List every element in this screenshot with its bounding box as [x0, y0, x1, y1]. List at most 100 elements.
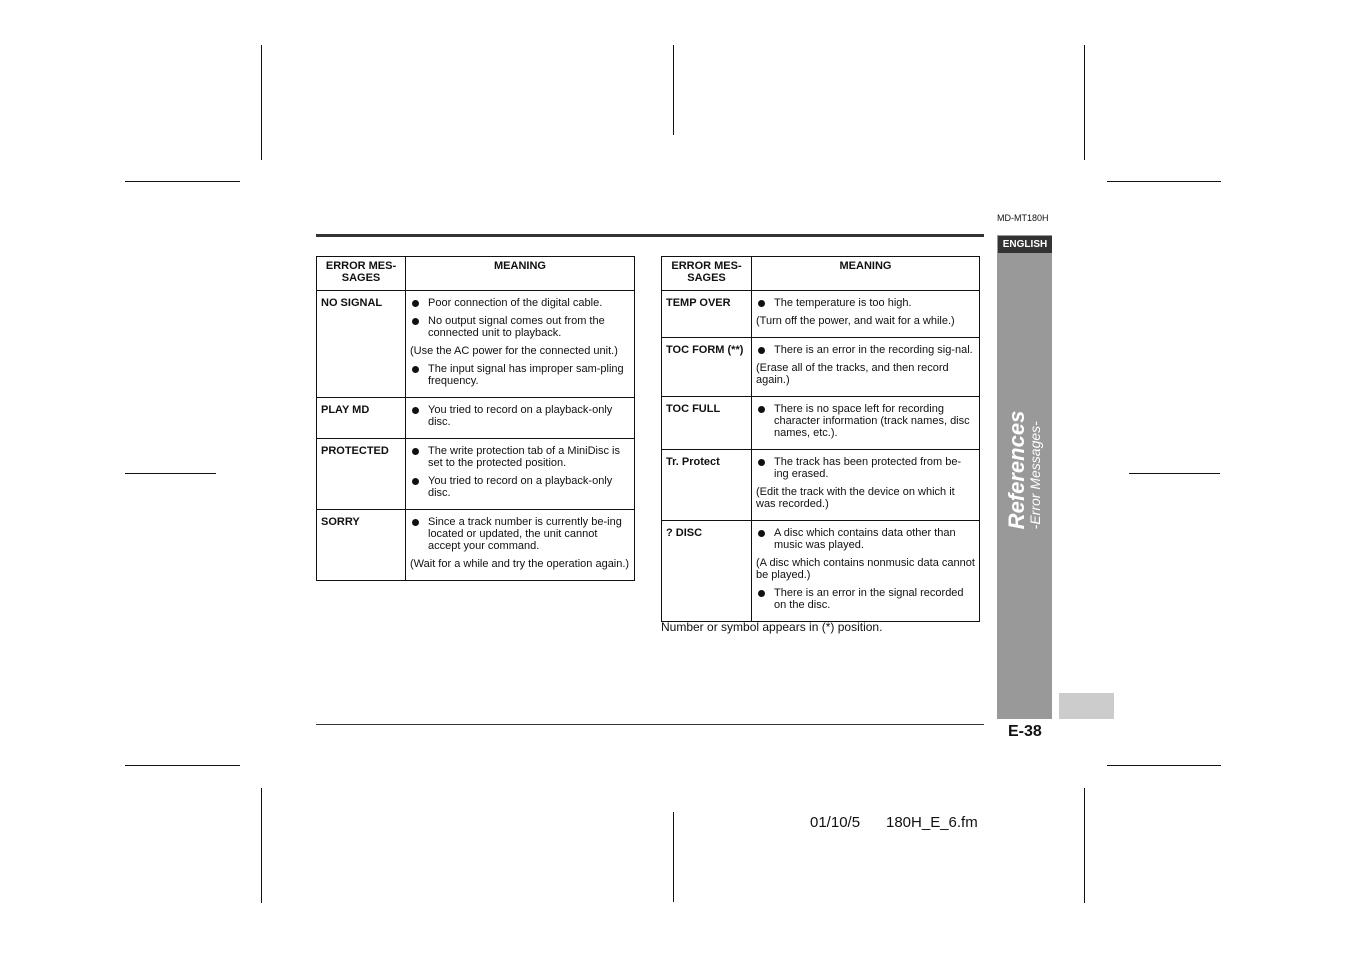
bullet-text: No output signal comes out from the conn… — [428, 315, 605, 339]
table-row: PROTECTED The write protection tab of a M… — [316, 438, 635, 510]
column-header-error-messages: ERROR MES- SAGES — [661, 256, 752, 291]
bullet-text: You tried to record on a playback-only d… — [428, 404, 613, 428]
table-row: TEMP OVER The temperature is too high. (Tu… — [661, 290, 980, 338]
bullet-text: The temperature is too high. — [774, 297, 912, 309]
section-subtitle: -Error Messages- — [1027, 421, 1043, 530]
crop-mark — [125, 473, 216, 474]
meaning-bullet: The temperature is too high. — [756, 297, 975, 309]
footnote: Number or symbol appears in (*) position… — [661, 620, 883, 634]
bullet-icon — [758, 300, 765, 307]
meaning-bullet: The input signal has improper sam-pling … — [410, 363, 630, 387]
model-name: MD-MT180H — [997, 213, 1049, 223]
bullet-icon — [758, 406, 765, 413]
error-meaning: There is an error in the recording sig-n… — [751, 337, 980, 397]
footer-date: 01/10/5 — [810, 814, 861, 831]
bullet-icon — [412, 300, 419, 307]
crop-mark — [1084, 45, 1085, 160]
meaning-note: (Erase all of the tracks, and then recor… — [756, 362, 949, 386]
error-message-code: TOC FORM (**) — [661, 337, 752, 397]
crop-mark — [261, 788, 262, 903]
column-header-meaning: MEANING — [751, 256, 980, 291]
meaning-bullet: Poor connection of the digital cable. — [410, 297, 630, 309]
footer-filename: 180H_E_6.fm — [886, 814, 978, 831]
meaning-bullet: You tried to record on a playback-only d… — [410, 475, 630, 499]
meaning-bullet: A disc which contains data other than mu… — [756, 527, 975, 551]
table-row: Tr. Protect The track has been protected … — [661, 449, 980, 521]
crop-mark — [1107, 765, 1221, 766]
meaning-bullet: No output signal comes out from the conn… — [410, 315, 630, 339]
error-meaning: There is no space left for recording cha… — [751, 396, 980, 450]
column-header-meaning: MEANING — [405, 256, 635, 291]
bullet-icon — [412, 448, 419, 455]
section-title: References — [1004, 410, 1029, 530]
crop-mark — [125, 765, 240, 766]
crop-mark — [125, 181, 240, 182]
error-meaning: The temperature is too high. (Turn off th… — [751, 290, 980, 338]
error-message-code: TEMP OVER — [661, 290, 752, 338]
error-meaning: The write protection tab of a MiniDisc i… — [405, 438, 635, 510]
meaning-bullet: There is an error in the signal recorded… — [756, 587, 975, 611]
bullet-text: The track has been protected from be-ing… — [774, 456, 962, 480]
crop-mark — [1129, 473, 1220, 474]
crop-mark — [1107, 181, 1221, 182]
column-header-error-messages: ERROR MES- SAGES — [316, 256, 406, 291]
error-message-code: PLAY MD — [316, 397, 406, 439]
bullet-icon — [412, 366, 419, 373]
table-row: TOC FULL There is no space left for recor… — [661, 396, 980, 450]
bullet-icon — [412, 478, 419, 485]
meaning-bullet: Since a track number is currently be-ing… — [410, 516, 630, 552]
bullet-text: There is an error in the recording sig-n… — [774, 344, 973, 356]
table-row: ? DISC A disc which contains data other t… — [661, 520, 980, 622]
bullet-text: There is an error in the signal recorded… — [774, 587, 964, 611]
header-rule — [316, 234, 984, 237]
bullet-text: A disc which contains data other than mu… — [774, 527, 956, 551]
table-row: NO SIGNAL Poor connection of the digital … — [316, 290, 635, 398]
section-label: References -Error Messages- — [1004, 410, 1043, 530]
meaning-bullet: There is an error in the recording sig-n… — [756, 344, 975, 356]
error-meaning: The track has been protected from be-ing… — [751, 449, 980, 521]
crop-mark — [673, 812, 674, 902]
bullet-text: Poor connection of the digital cable. — [428, 297, 603, 309]
bullet-text: The write protection tab of a MiniDisc i… — [428, 445, 620, 469]
meaning-note: (Use the AC power for the connected unit… — [410, 345, 618, 357]
bullet-icon — [758, 347, 765, 354]
error-meaning: Since a track number is currently be-ing… — [405, 509, 635, 581]
error-messages-table-right: ERROR MES- SAGES MEANING TEMP OVER The te… — [661, 256, 980, 622]
error-messages-table-left: ERROR MES- SAGES MEANING NO SIGNAL Poor c… — [316, 256, 635, 581]
thumb-index-marker — [1059, 693, 1114, 719]
meaning-note: (Edit the track with the device on which… — [756, 486, 955, 510]
table-row: PLAY MD You tried to record on a playback… — [316, 397, 635, 439]
footer-rule — [316, 724, 984, 725]
meaning-bullet: You tried to record on a playback-only d… — [410, 404, 630, 428]
bullet-text: Since a track number is currently be-ing… — [428, 516, 622, 552]
table-row: TOC FORM (**) There is an error in the re… — [661, 337, 980, 397]
error-message-code: TOC FULL — [661, 396, 752, 450]
meaning-note: (Turn off the power, and wait for a whil… — [756, 315, 955, 327]
table-row: SORRY Since a track number is currently b… — [316, 509, 635, 581]
meaning-bullet: The track has been protected from be-ing… — [756, 456, 975, 480]
error-message-code: SORRY — [316, 509, 406, 581]
bullet-icon — [758, 459, 765, 466]
error-message-code: NO SIGNAL — [316, 290, 406, 398]
bullet-icon — [412, 407, 419, 414]
error-message-code: Tr. Protect — [661, 449, 752, 521]
meaning-note: (Wait for a while and try the operation … — [410, 558, 630, 570]
error-meaning: You tried to record on a playback-only d… — [405, 397, 635, 439]
meaning-note: (A disc which contains nonmusic data can… — [756, 557, 975, 581]
error-meaning: Poor connection of the digital cable. No … — [405, 290, 635, 398]
meaning-bullet: There is no space left for recording cha… — [756, 403, 975, 439]
crop-mark — [1084, 788, 1085, 903]
bullet-icon — [412, 318, 419, 325]
bullet-text: You tried to record on a playback-only d… — [428, 475, 613, 499]
error-meaning: A disc which contains data other than mu… — [751, 520, 980, 622]
language-tab: ENGLISH — [998, 236, 1052, 253]
crop-mark — [261, 45, 262, 160]
error-message-code: ? DISC — [661, 520, 752, 622]
bullet-text: There is no space left for recording cha… — [774, 403, 970, 439]
bullet-icon — [758, 590, 765, 597]
page-number: E-38 — [1008, 723, 1042, 740]
crop-mark — [673, 45, 674, 135]
error-message-code: PROTECTED — [316, 438, 406, 510]
meaning-bullet: The write protection tab of a MiniDisc i… — [410, 445, 630, 469]
bullet-icon — [758, 530, 765, 537]
